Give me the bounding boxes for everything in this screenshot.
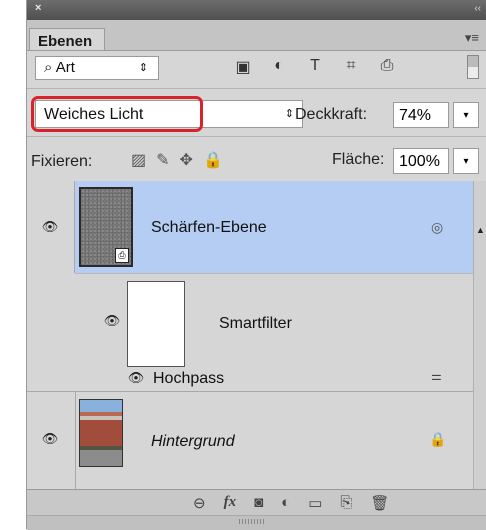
- divider: [75, 392, 76, 489]
- opacity-input[interactable]: 74%: [393, 102, 449, 128]
- filter-icons: ▣ ◐ T ⌗ ⎙: [232, 57, 398, 77]
- collapse-icon[interactable]: ‹‹: [474, 3, 481, 14]
- panel-titlebar: × ‹‹: [27, 0, 486, 20]
- filter-options-icon[interactable]: ⚌: [431, 369, 442, 383]
- opacity-dropdown-button[interactable]: ▾: [453, 102, 479, 128]
- lock-icons: ▨ ✎ ✥ 🔒: [131, 150, 223, 170]
- new-layer-icon[interactable]: ⎘: [340, 494, 352, 512]
- tab-row: Ebenen ▾≡: [27, 20, 486, 51]
- fill-dropdown-button[interactable]: ▾: [453, 148, 479, 174]
- divider: [27, 391, 473, 392]
- fx-icon[interactable]: fx: [224, 494, 237, 512]
- layer-list: 👁 ⎙ Schärfen-Ebene ◎ 👁 Smartfilter 👁 Hoc…: [27, 181, 473, 489]
- scroll-up-icon[interactable]: ▲: [476, 225, 485, 235]
- visibility-eye-icon[interactable]: 👁: [41, 431, 59, 447]
- fill-label: Fläche:: [332, 151, 385, 168]
- visibility-eye-icon[interactable]: 👁: [41, 219, 59, 235]
- select-arrows-icon: ⇕: [284, 108, 294, 120]
- smart-object-badge-icon: ⎙: [115, 248, 129, 263]
- shape-filter-icon[interactable]: ⌗: [340, 57, 362, 77]
- filter-name[interactable]: Hochpass: [153, 370, 224, 388]
- layer-thumbnail[interactable]: ⎙: [79, 187, 133, 267]
- bottom-icons: ⊖ fx ◙ ◐ ▭ ⎘ 🗑: [193, 494, 389, 512]
- visibility-eye-icon[interactable]: 👁: [103, 313, 121, 329]
- smartfilter-mask-thumbnail[interactable]: [127, 281, 185, 367]
- search-icon: ⌕: [44, 59, 53, 76]
- trash-icon[interactable]: 🗑: [370, 494, 389, 512]
- divider: [75, 273, 473, 274]
- pixel-layer-filter-icon[interactable]: ▣: [232, 57, 254, 77]
- lock-position-icon[interactable]: ✥: [180, 150, 193, 170]
- visibility-eye-icon[interactable]: 👁: [127, 370, 145, 386]
- smartobject-filter-icon[interactable]: ⎙: [376, 57, 398, 77]
- background-thumbnail[interactable]: [79, 399, 123, 467]
- lock-label: Fixieren:: [31, 153, 93, 170]
- opacity-label: Deckkraft:: [295, 106, 368, 123]
- adjustment-icon[interactable]: ◐: [281, 494, 290, 512]
- bottom-toolbar: ⊖ fx ◙ ◐ ▭ ⎘ 🗑: [27, 489, 486, 516]
- lock-all-icon[interactable]: 🔒: [203, 150, 223, 170]
- layer-row-selected[interactable]: [75, 181, 473, 273]
- group-icon[interactable]: ▭: [308, 494, 322, 512]
- resize-grip-icon[interactable]: [239, 519, 265, 524]
- filter-kind-select[interactable]: ⌕ Art ⇕: [35, 56, 159, 80]
- layers-panel: × ‹‹ Ebenen ▾≡ ⌕ Art ⇕ ▣ ◐ T ⌗ ⎙ Weiches…: [26, 0, 486, 530]
- panel-menu-icon[interactable]: ▾≡: [465, 30, 479, 46]
- layer-name[interactable]: Schärfen-Ebene: [151, 219, 267, 237]
- smartfilter-label[interactable]: Smartfilter: [219, 315, 292, 333]
- scrollbar[interactable]: ▲: [473, 181, 486, 489]
- select-arrows-icon: ⇕: [138, 62, 148, 74]
- filter-toggle[interactable]: [467, 55, 479, 79]
- type-filter-icon[interactable]: T: [304, 57, 326, 77]
- mask-icon[interactable]: ◙: [254, 494, 263, 512]
- filter-row: ⌕ Art ⇕ ▣ ◐ T ⌗ ⎙: [27, 50, 486, 89]
- lock-image-icon[interactable]: ✎: [156, 150, 169, 170]
- highlight-outline: [31, 96, 203, 132]
- lock-transparency-icon[interactable]: ▨: [131, 150, 146, 170]
- layer-name[interactable]: Hintergrund: [151, 433, 235, 451]
- close-icon[interactable]: ×: [35, 2, 41, 14]
- resize-footer: [27, 515, 486, 530]
- adjustment-filter-icon[interactable]: ◐: [268, 57, 290, 77]
- tab-layers[interactable]: Ebenen: [29, 28, 105, 50]
- smart-filter-icon[interactable]: ◎: [431, 219, 443, 236]
- link-layers-icon[interactable]: ⊖: [193, 494, 206, 512]
- filter-kind-value: Art: [55, 59, 75, 76]
- lock-icon: 🔒: [429, 431, 447, 447]
- fill-input[interactable]: 100%: [393, 148, 449, 174]
